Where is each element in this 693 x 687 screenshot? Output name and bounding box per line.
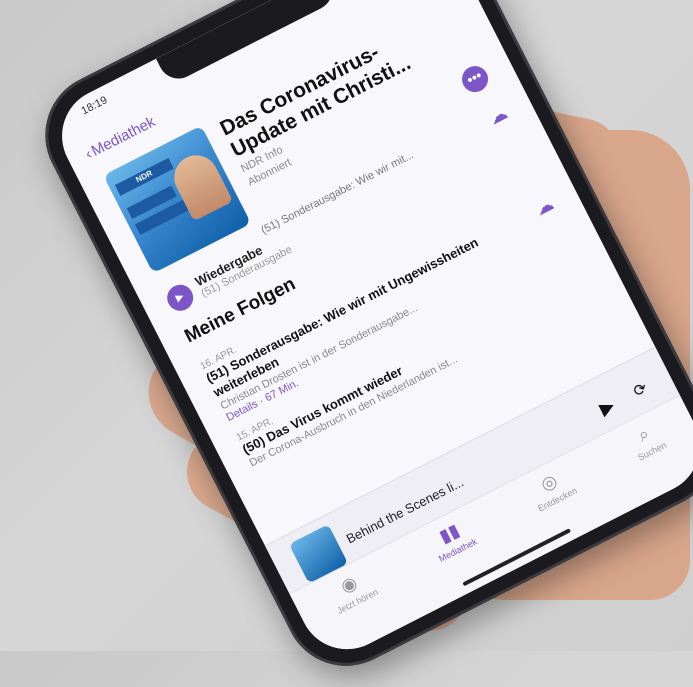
cloud-download-icon[interactable]: ☁ bbox=[532, 193, 558, 220]
podcast-cover: NDR bbox=[103, 125, 252, 274]
tab-listen-now[interactable]: ◉ Jetzt hören bbox=[324, 565, 396, 649]
tab-label: Suchen bbox=[636, 439, 669, 463]
cloud-download-icon[interactable]: ☁ bbox=[486, 103, 512, 130]
status-time: 18:19 bbox=[79, 94, 110, 118]
podcast-description: (51) Sonderausgabe: Wie wir mit... bbox=[259, 149, 416, 237]
search-icon: ⌕ bbox=[634, 423, 653, 446]
play-icon: ▶ bbox=[162, 279, 198, 315]
play-circle-icon: ◉ bbox=[337, 571, 361, 597]
skip-forward-icon[interactable]: ⟳ bbox=[630, 378, 651, 402]
podcast-icon: ◎ bbox=[537, 470, 561, 496]
play-icon[interactable]: ▶ bbox=[596, 394, 618, 419]
more-options-button[interactable]: ••• bbox=[457, 61, 493, 97]
tab-search[interactable]: ⌕ Suchen bbox=[625, 418, 685, 496]
tab-library[interactable]: ▮▮ Mediathek bbox=[426, 515, 496, 598]
